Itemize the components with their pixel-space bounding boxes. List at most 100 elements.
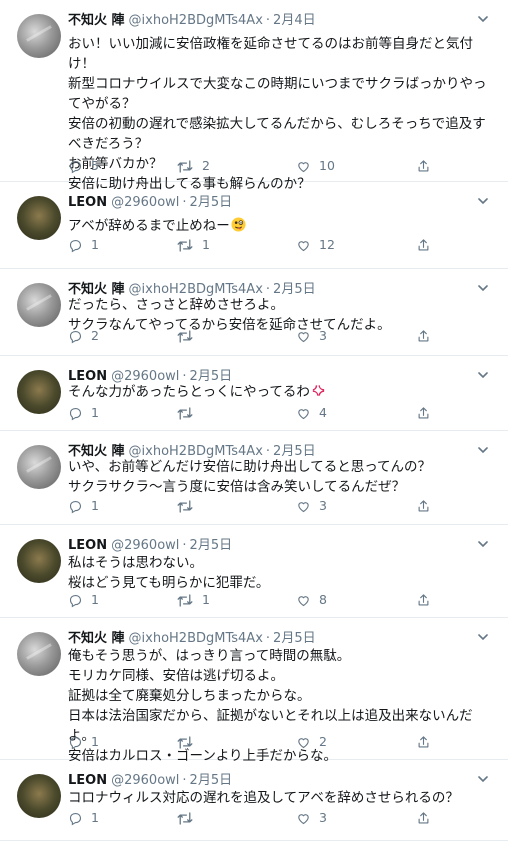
retweet-count: 2: [202, 158, 210, 173]
share-icon: [416, 159, 431, 174]
retweet-button[interactable]: 1: [176, 591, 210, 609]
share-button[interactable]: [416, 404, 431, 422]
retweet-icon: [176, 238, 194, 253]
author-handle[interactable]: @2960owl: [111, 195, 179, 210]
reply-count: 1: [91, 810, 99, 825]
tweet-thread: 不知火 陣 @ixhoH2BDgMTs4Ax · 2月4日 おい！いい加減に安倍政権を延…: [0, 0, 508, 841]
retweet-button[interactable]: [176, 733, 202, 751]
share-button[interactable]: [416, 733, 431, 751]
tweet[interactable]: 不知火 陣 @ixhoH2BDgMTs4Ax · 2月4日 おい！いい加減に安倍政権を延…: [0, 0, 508, 192]
tweet[interactable]: 不知火 陣 @ixhoH2BDgMTs4Ax · 2月5日 だったら、さっさと辞めさせろ…: [0, 269, 508, 356]
author-handle[interactable]: @2960owl: [111, 773, 179, 788]
reply-count: 1: [91, 237, 99, 252]
author-handle[interactable]: @ixhoH2BDgMTs4Ax: [129, 631, 263, 646]
like-button[interactable]: 2: [296, 733, 327, 751]
avatar[interactable]: [17, 774, 61, 818]
separator-dot: ·: [182, 773, 187, 788]
tweet[interactable]: LEON @2960owl · 2月5日 私はそうは思わない。 桜はどう見ても明らかに犯…: [0, 525, 508, 618]
chevron-down-icon[interactable]: [478, 16, 488, 26]
retweet-button[interactable]: [176, 404, 202, 422]
reply-button[interactable]: 1: [68, 809, 99, 827]
chevron-down-icon[interactable]: [478, 776, 488, 786]
reply-button[interactable]: 1: [68, 497, 99, 515]
author-name[interactable]: 不知火 陣: [68, 13, 125, 28]
like-button[interactable]: 3: [296, 497, 327, 515]
reply-button[interactable]: 1: [68, 404, 99, 422]
reply-count: 5: [91, 158, 99, 173]
separator-dot: ·: [265, 13, 271, 28]
retweet-button[interactable]: [176, 809, 202, 827]
share-button[interactable]: [416, 236, 431, 254]
author-name[interactable]: 不知火 陣: [68, 631, 125, 646]
author-name[interactable]: LEON: [68, 538, 107, 553]
tweet-date[interactable]: 2月4日: [273, 13, 316, 28]
tweet[interactable]: 不知火 陣 @ixhoH2BDgMTs4Ax · 2月5日 俺もそう思うが、はっきり言っ…: [0, 618, 508, 764]
reply-icon: [68, 238, 83, 253]
tweet[interactable]: LEON @2960owl · 2月5日 アベが辞めるまで止めねー 1 1 12: [0, 182, 508, 269]
reply-button[interactable]: 5: [68, 157, 99, 175]
retweet-button[interactable]: 1: [176, 236, 210, 254]
like-count: 3: [319, 810, 327, 825]
tweet[interactable]: LEON @2960owl · 2月5日 そんな力があったらとっくにやってるわ 1 4: [0, 356, 508, 431]
avatar[interactable]: [17, 370, 61, 414]
like-button[interactable]: 4: [296, 404, 327, 422]
tweet-date[interactable]: 2月5日: [273, 631, 316, 646]
like-icon: [296, 593, 311, 608]
chevron-down-icon[interactable]: [478, 447, 488, 457]
reply-count: 1: [91, 405, 99, 420]
author-handle[interactable]: @ixhoH2BDgMTs4Ax: [129, 13, 263, 28]
like-button[interactable]: 3: [296, 809, 327, 827]
tweet-text-content: だったら、さっさと辞めさせろよ。 サクラなんてやってるから安倍を延命させてんだよ…: [68, 297, 391, 333]
tweet[interactable]: LEON @2960owl · 2月5日コロナウィルス対応の遅れを追及してアベを辞めさ…: [0, 760, 508, 841]
reply-button[interactable]: 1: [68, 733, 99, 751]
chevron-down-icon[interactable]: [478, 285, 488, 295]
retweet-button[interactable]: [176, 497, 202, 515]
tweet-text-content: コロナウィルス対応の遅れを追及してアベを辞めさせられるの？: [68, 790, 459, 806]
chevron-down-icon[interactable]: [478, 634, 488, 644]
like-icon: [296, 159, 311, 174]
like-button[interactable]: 3: [296, 327, 327, 345]
reply-button[interactable]: 1: [68, 591, 99, 609]
tweet-date[interactable]: 2月5日: [190, 538, 233, 553]
share-button[interactable]: [416, 327, 431, 345]
avatar[interactable]: [17, 539, 61, 583]
chevron-down-icon[interactable]: [478, 198, 488, 208]
reply-icon: [68, 499, 83, 514]
share-button[interactable]: [416, 157, 431, 175]
like-button[interactable]: 8: [296, 591, 327, 609]
avatar[interactable]: [17, 445, 61, 489]
reply-button[interactable]: 2: [68, 327, 99, 345]
crazy-face-emoji-icon: [231, 217, 246, 232]
like-button[interactable]: 12: [296, 236, 335, 254]
author-name[interactable]: LEON: [68, 773, 107, 788]
chevron-down-icon[interactable]: [478, 372, 488, 382]
avatar[interactable]: [17, 196, 61, 240]
like-count: 3: [319, 498, 327, 513]
like-button[interactable]: 10: [296, 157, 335, 175]
reply-button[interactable]: 1: [68, 236, 99, 254]
chevron-down-icon[interactable]: [478, 541, 488, 551]
retweet-icon: [176, 593, 194, 608]
avatar[interactable]: [17, 283, 61, 327]
author-name[interactable]: LEON: [68, 195, 107, 210]
tweet-text-content: いや、お前等どんだけ安倍に助け舟出してると思ってんの？ サクラサクラ〜言う度に安…: [68, 459, 432, 495]
retweet-button[interactable]: 2: [176, 157, 210, 175]
tweet-date[interactable]: 2月5日: [190, 195, 233, 210]
share-button[interactable]: [416, 591, 431, 609]
tweet-date[interactable]: 2月5日: [190, 773, 233, 788]
author-handle[interactable]: @2960owl: [111, 538, 179, 553]
tweet-text-content: そんな力があったらとっくにやってるわ: [68, 384, 310, 400]
share-button[interactable]: [416, 497, 431, 515]
tweet[interactable]: 不知火 陣 @ixhoH2BDgMTs4Ax · 2月5日 いや、お前等どんだけ安倍に助…: [0, 431, 508, 525]
avatar[interactable]: [17, 632, 61, 676]
share-icon: [416, 593, 431, 608]
like-count: 3: [319, 328, 327, 343]
retweet-button[interactable]: [176, 327, 202, 345]
share-icon: [416, 811, 431, 826]
reply-count: 1: [91, 592, 99, 607]
share-button[interactable]: [416, 809, 431, 827]
reply-count: 1: [91, 734, 99, 749]
reply-icon: [68, 329, 83, 344]
avatar[interactable]: [17, 14, 61, 58]
retweet-count: 1: [202, 592, 210, 607]
